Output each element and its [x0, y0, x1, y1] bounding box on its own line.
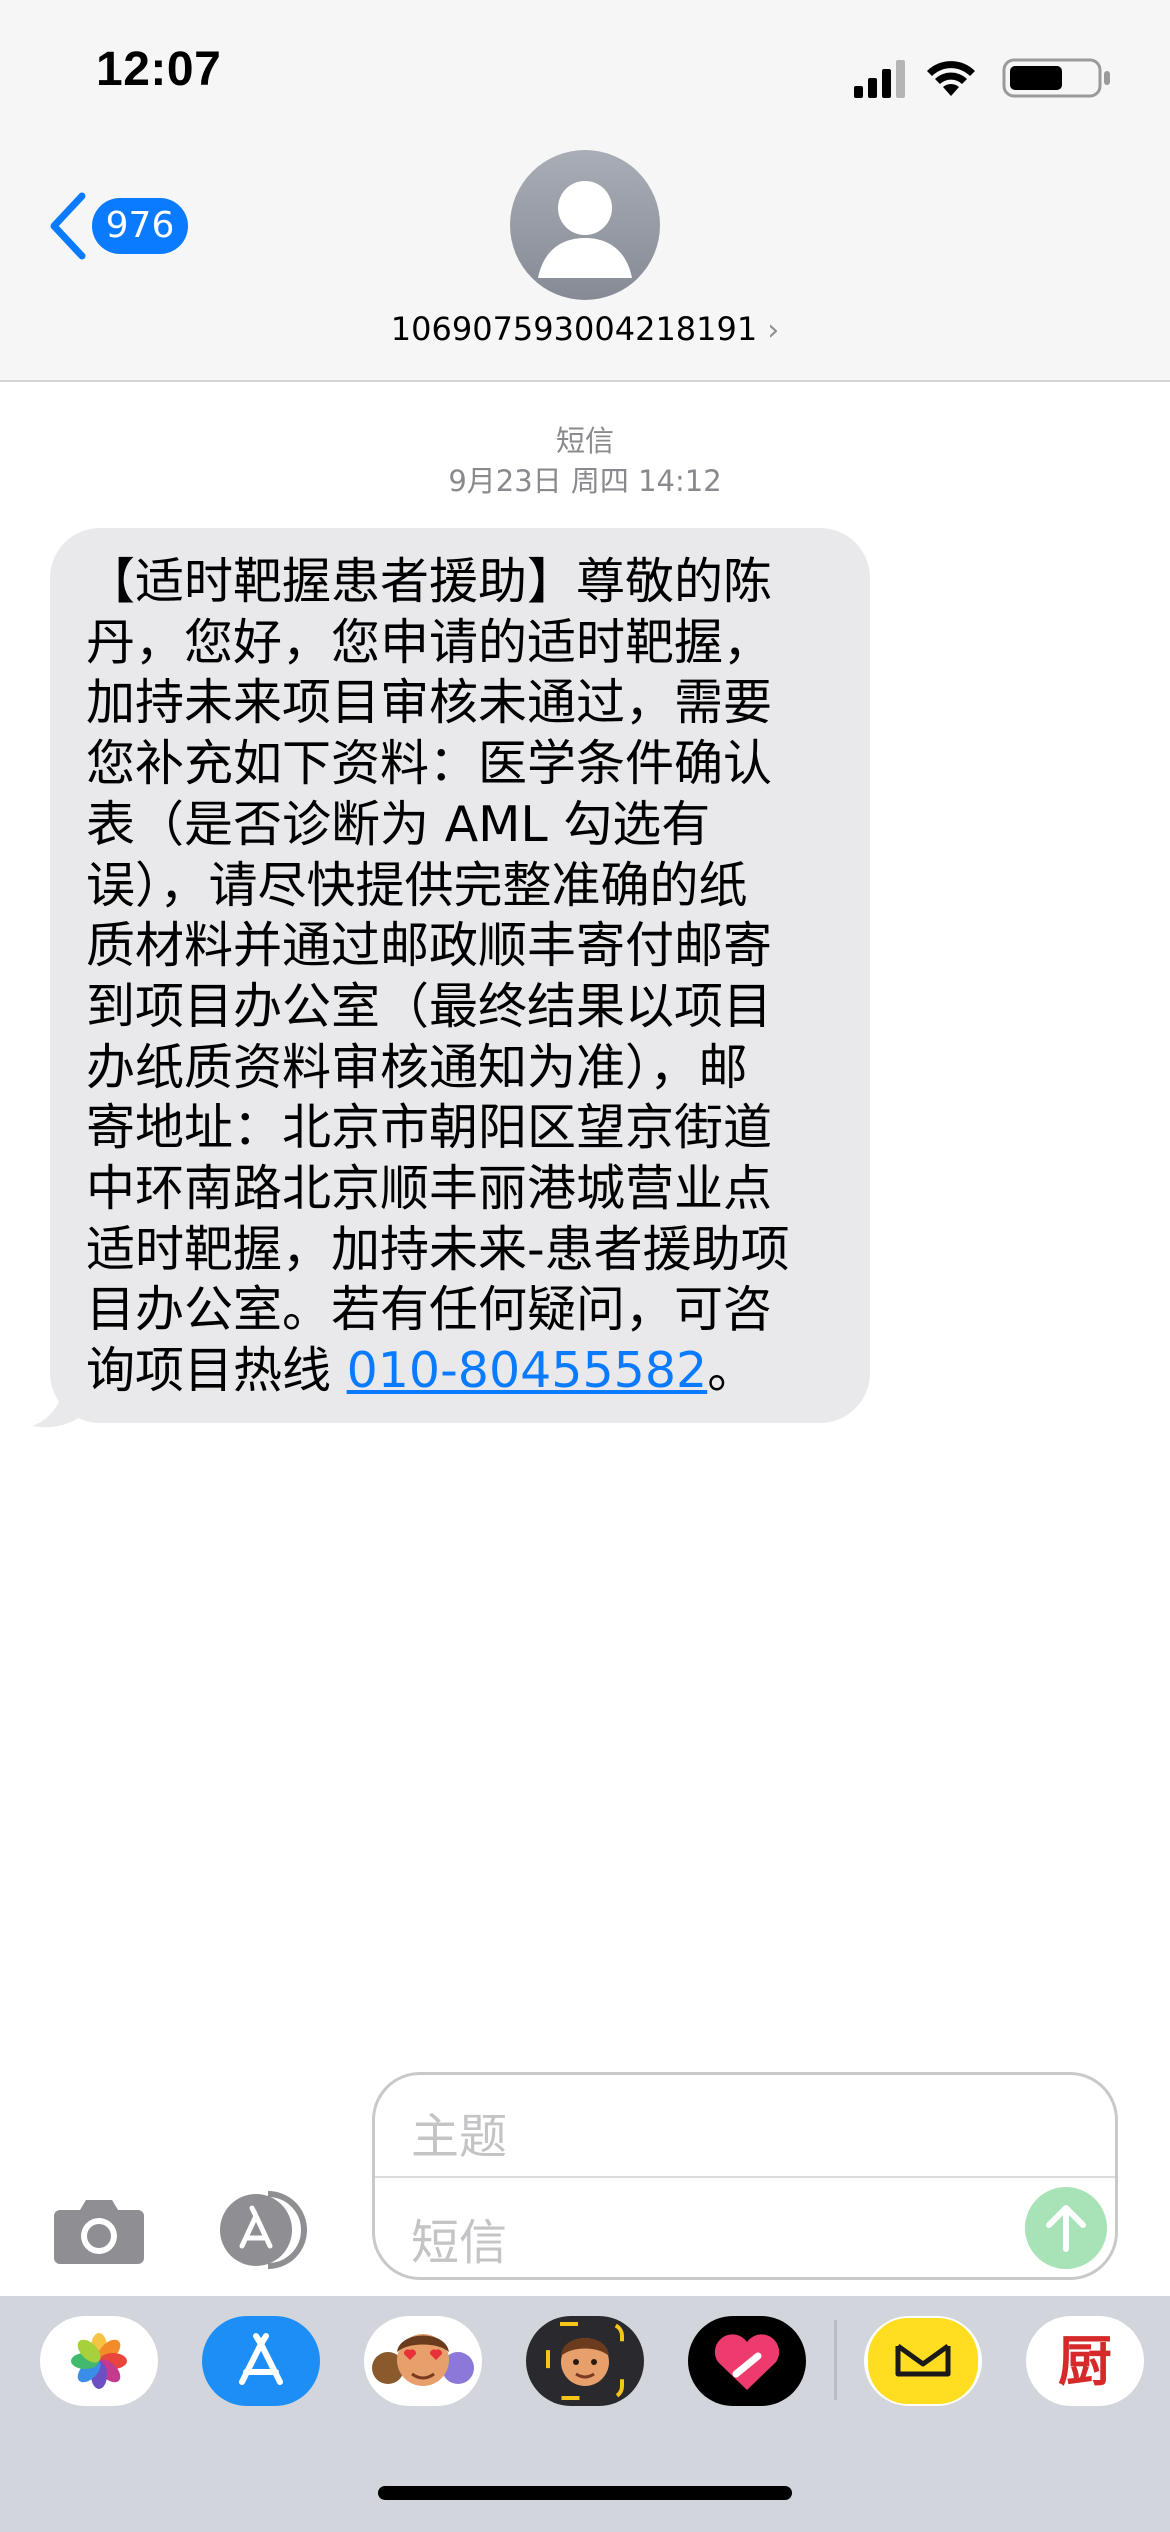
kitchen-glyph: 厨	[1058, 2330, 1112, 2393]
message-line: 寄地址：北京市朝阳区望京街道	[86, 1099, 773, 1157]
conversation-header: 12:07 976 106907593004218191 ›	[0, 0, 1170, 382]
battery-icon	[1002, 58, 1110, 98]
phone-number-link[interactable]: 010-80455582	[347, 1342, 708, 1399]
message-line: 目办公室。若有任何疑问，可咨	[86, 1281, 773, 1339]
contact-name-button[interactable]: 106907593004218191 ›	[0, 310, 1170, 348]
memoji-stickers-icon[interactable]	[364, 2316, 482, 2406]
message-text: 【适时靶握患者援助】尊敬的陈 丹，您好，您申请的适时靶握， 加持未来项目审核未通…	[86, 552, 846, 1402]
app-store-icon[interactable]	[202, 2316, 320, 2406]
photos-icon[interactable]	[40, 2316, 158, 2406]
kitchen-app-icon[interactable]: 厨	[1026, 2316, 1144, 2406]
wifi-icon	[927, 61, 975, 96]
cellular-signal-icon	[854, 60, 905, 98]
message-timestamp: 9月23日 周四 14:12	[448, 464, 722, 498]
compose-divider	[375, 2176, 1115, 2178]
message-line: 您补充如下资料：医学条件确认	[86, 735, 773, 793]
send-button[interactable]	[1025, 2187, 1107, 2269]
message-line: 办纸质资料审核通知为准），邮	[86, 1038, 748, 1096]
message-line: 【适时靶握患者援助】尊敬的陈	[86, 553, 773, 610]
message-line-suffix: 。	[707, 1342, 757, 1400]
arrow-up-icon	[1046, 2205, 1086, 2252]
chevron-right-icon: ›	[767, 313, 780, 348]
message-compose-field[interactable]: 主题 短信	[372, 2072, 1118, 2280]
contact-number: 106907593004218191	[390, 310, 758, 348]
home-indicator[interactable]	[378, 2486, 792, 2500]
message-line: 中环南路北京顺丰丽港城营业点	[86, 1160, 773, 1218]
message-line: 误），请尽快提供完整准确的纸	[86, 856, 748, 914]
back-button[interactable]: 976	[46, 190, 196, 262]
incoming-message-bubble[interactable]: 【适时靶握患者援助】尊敬的陈 丹，您好，您申请的适时靶握， 加持未来项目审核未通…	[50, 528, 870, 1423]
camera-icon[interactable]	[52, 2192, 146, 2266]
person-icon	[538, 181, 632, 278]
subject-input[interactable]: 主题	[411, 2097, 507, 2167]
message-service-label: 短信	[555, 424, 614, 458]
message-line: 加持未来项目审核未通过，需要	[86, 674, 773, 732]
message-input[interactable]: 短信	[411, 2203, 507, 2273]
message-line-last: 询项目热线 010-80455582。	[86, 1341, 846, 1402]
unread-count-badge: 976	[92, 198, 188, 254]
app-drawer-separator	[834, 2320, 837, 2400]
message-line-prefix: 询项目热线	[86, 1342, 347, 1400]
message-line: 质材料并通过邮政顺丰寄付邮寄	[86, 917, 773, 975]
chevron-left-icon	[50, 192, 86, 260]
app-store-button-icon[interactable]	[210, 2190, 318, 2270]
message-line: 适时靶握，加持未来-患者援助项	[86, 1220, 790, 1278]
contact-avatar[interactable]	[510, 150, 660, 300]
message-line: 表（是否诊断为 AML 勾选有	[86, 795, 711, 853]
status-icons	[844, 52, 1114, 102]
memoji-icon[interactable]	[526, 2316, 644, 2406]
digital-touch-icon[interactable]	[688, 2316, 806, 2406]
message-line: 丹，您好，您申请的适时靶握，	[86, 613, 773, 671]
message-line: 到项目办公室（最终结果以项目	[86, 977, 773, 1035]
yellow-app-icon[interactable]	[864, 2316, 982, 2406]
status-time: 12:07	[96, 43, 222, 96]
